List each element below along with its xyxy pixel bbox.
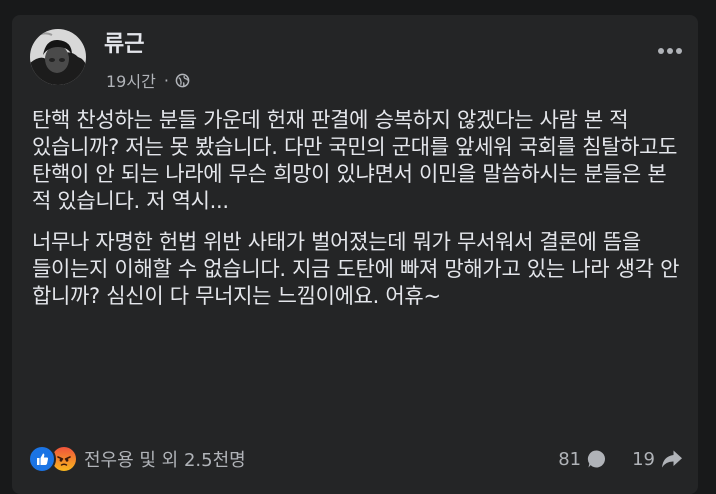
author-avatar[interactable] (30, 29, 86, 85)
comment-icon (588, 450, 606, 468)
post-timestamp[interactable]: 19시간 (106, 68, 156, 92)
post-stats: 81 19 (558, 448, 684, 470)
avatar-image (30, 29, 86, 85)
like-icon (28, 445, 56, 473)
share-icon (662, 450, 682, 468)
post-meta: 19시간 · (106, 69, 190, 91)
post-paragraph-1: 탄핵 찬성하는 분들 가운데 헌재 판결에 승복하지 않겠다는 사람 본 적 있… (32, 108, 678, 213)
comment-count-value: 81 (558, 448, 582, 470)
post-footer: 전우용 및 외 2.5천명 81 19 (28, 443, 684, 475)
more-dot (676, 48, 682, 54)
more-options-button[interactable] (658, 43, 682, 59)
more-dot (658, 48, 664, 54)
meta-separator: · (163, 70, 169, 90)
post-content: 탄핵 찬성하는 분들 가운데 헌재 판결에 승복하지 않겠다는 사람 본 적 있… (32, 107, 684, 310)
author-name[interactable]: 류근 (104, 31, 144, 59)
post-paragraph-2: 너무나 자명한 헌법 위반 사태가 벌어졌는데 뭐가 무서워서 결론에 뜸을 들… (32, 230, 680, 308)
share-count[interactable]: 19 (632, 448, 684, 470)
more-dot (667, 48, 673, 54)
reaction-names[interactable]: 전우용 및 외 2.5천명 (84, 446, 246, 472)
post-header: 류근 19시간 · (26, 29, 686, 93)
globe-icon (175, 73, 190, 88)
post-card: 류근 19시간 · 탄핵 찬성하는 분들 가운데 헌재 판결에 승복하지 않겠다… (12, 15, 698, 494)
share-count-value: 19 (632, 448, 655, 470)
reactions-summary[interactable]: 전우용 및 외 2.5천명 (28, 445, 246, 473)
comment-count[interactable]: 81 (558, 448, 608, 470)
